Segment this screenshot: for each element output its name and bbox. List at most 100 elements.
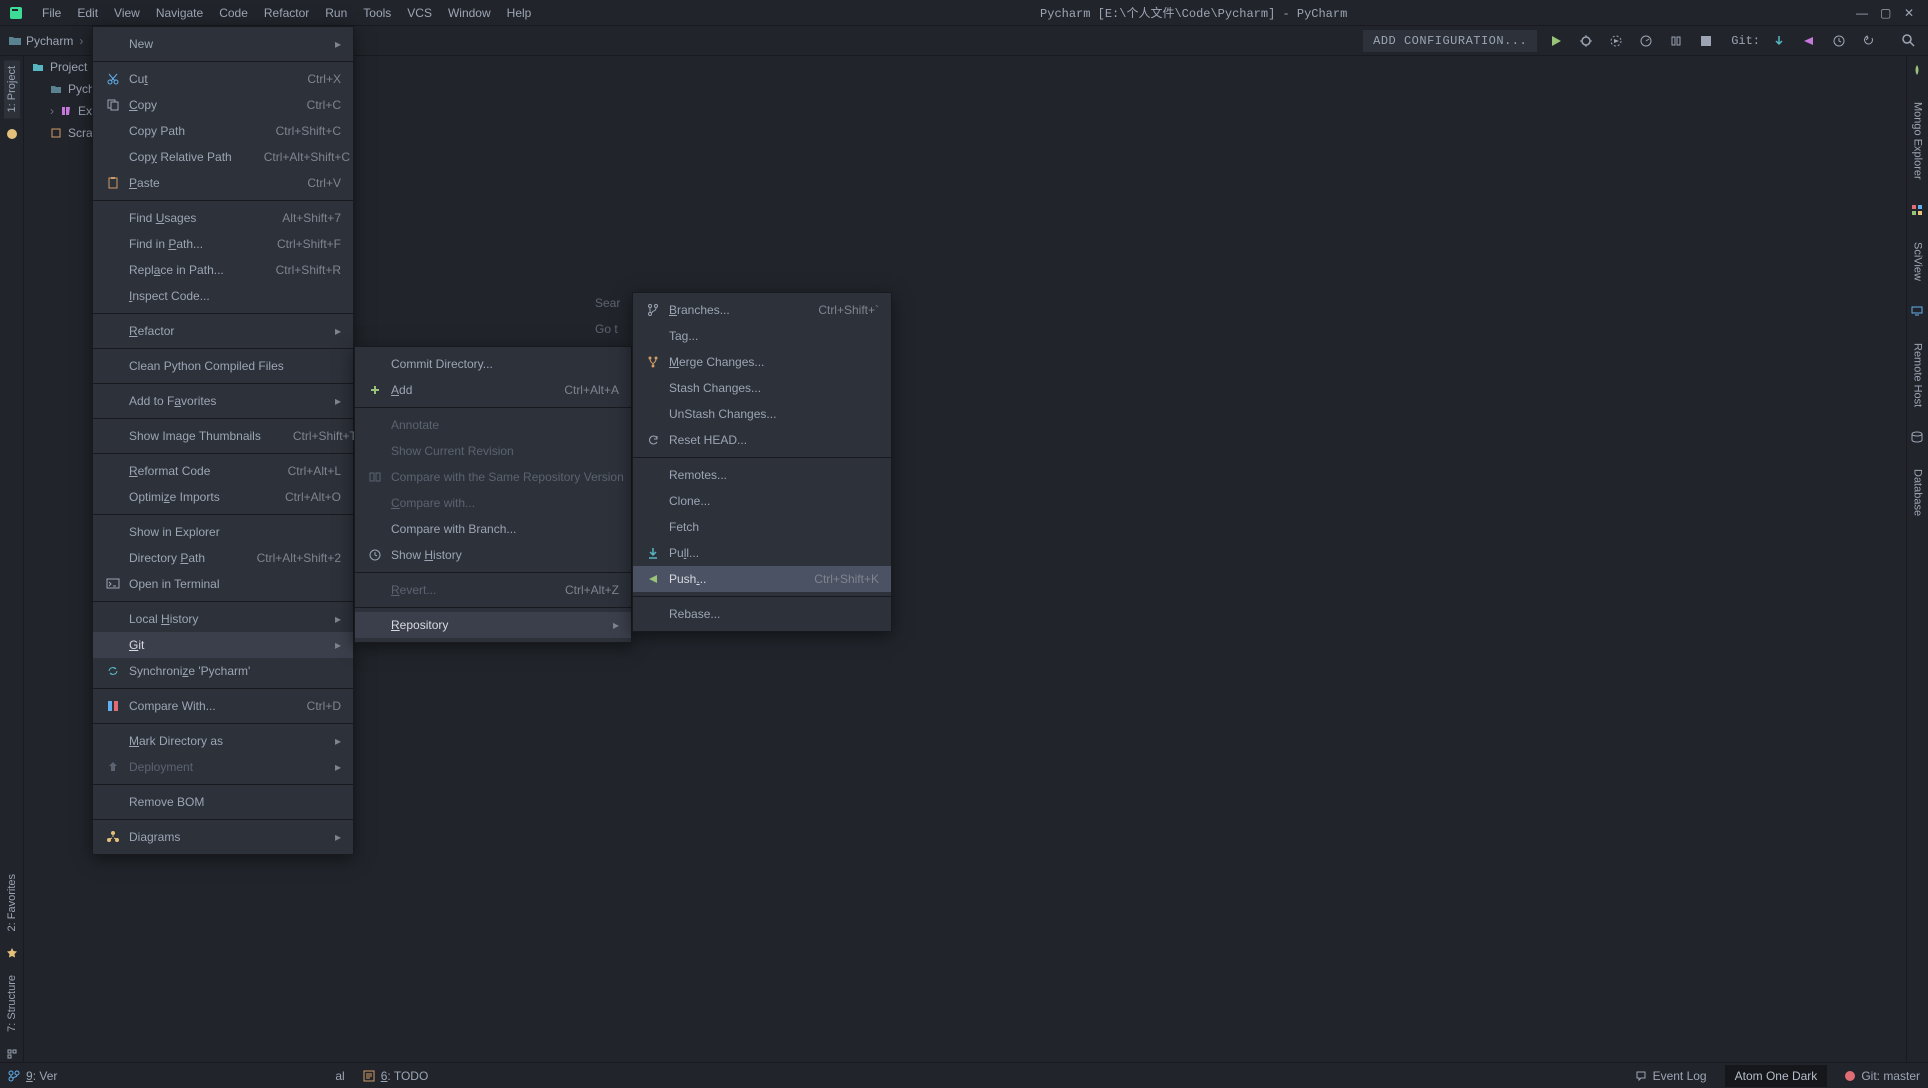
- repo-submenu-item-9[interactable]: Fetch: [633, 514, 891, 540]
- context-menu-item-9[interactable]: Find in Path...Ctrl+Shift+F: [93, 231, 353, 257]
- sciview-icon: [1911, 204, 1925, 218]
- repository-submenu[interactable]: Branches...Ctrl+Shift+`Tag...Merge Chang…: [632, 292, 892, 632]
- sciview-tab[interactable]: SciView: [1910, 238, 1926, 285]
- mongo-explorer-tab[interactable]: Mongo Explorer: [1910, 98, 1926, 184]
- context-menu-item-0[interactable]: New▸: [93, 31, 353, 57]
- repo-submenu-item-7[interactable]: Remotes...: [633, 462, 891, 488]
- window-close-button[interactable]: ✕: [1896, 4, 1920, 22]
- context-menu-item-32[interactable]: Compare With...Ctrl+D: [93, 693, 353, 719]
- menu-item-label: Paste: [129, 176, 275, 190]
- status-version-control[interactable]: 9: 9: VerVer: [8, 1069, 57, 1083]
- context-menu-item-3[interactable]: CopyCtrl+C: [93, 92, 353, 118]
- window-maximize-button[interactable]: ▢: [1872, 4, 1896, 22]
- context-menu-item-25[interactable]: Directory PathCtrl+Alt+Shift+2: [93, 545, 353, 571]
- context-menu-item-17[interactable]: Add to Favorites▸: [93, 388, 353, 414]
- menu-tools[interactable]: Tools: [355, 2, 399, 24]
- remote-host-tab[interactable]: Remote Host: [1910, 339, 1926, 411]
- menu-view[interactable]: View: [106, 2, 148, 24]
- status-terminal[interactable]: al: [335, 1069, 344, 1083]
- commit-icon[interactable]: [1798, 30, 1820, 52]
- menu-refactor[interactable]: Refactor: [256, 2, 317, 24]
- repo-submenu-item-8[interactable]: Clone...: [633, 488, 891, 514]
- status-git-branch[interactable]: Git: master: [1845, 1069, 1920, 1083]
- context-menu-item-11[interactable]: Inspect Code...: [93, 283, 353, 309]
- repo-submenu-item-0[interactable]: Branches...Ctrl+Shift+`: [633, 297, 891, 323]
- git-submenu-item-12[interactable]: Repository▸: [355, 612, 631, 638]
- profiler-icon[interactable]: [1635, 30, 1657, 52]
- context-menu-item-37[interactable]: Remove BOM: [93, 789, 353, 815]
- run-icon[interactable]: [1545, 30, 1567, 52]
- menu-item-shortcut: Ctrl+Shift+F: [277, 237, 341, 251]
- repo-submenu-item-4[interactable]: UnStash Changes...: [633, 401, 891, 427]
- status-theme[interactable]: Atom One Dark: [1725, 1065, 1828, 1087]
- context-menu-item-19[interactable]: Show Image ThumbnailsCtrl+Shift+T: [93, 423, 353, 449]
- repo-submenu-item-2[interactable]: Merge Changes...: [633, 349, 891, 375]
- context-menu[interactable]: New▸ CutCtrl+XCopyCtrl+CCopy PathCtrl+Shi…: [92, 26, 354, 855]
- context-menu-item-13[interactable]: Refactor▸: [93, 318, 353, 344]
- git-submenu-item-8[interactable]: Show History: [355, 542, 631, 568]
- context-menu-item-21[interactable]: Reformat CodeCtrl+Alt+L: [93, 458, 353, 484]
- favorites-tool-tab[interactable]: 2: Favorites: [4, 868, 20, 937]
- repo-submenu-item-13[interactable]: Rebase...: [633, 601, 891, 627]
- chevron-right-icon: ›: [77, 34, 85, 48]
- context-menu-item-6[interactable]: PasteCtrl+V: [93, 170, 353, 196]
- menu-item-shortcut: Ctrl+Shift+`: [818, 303, 879, 317]
- context-menu-item-4[interactable]: Copy PathCtrl+Shift+C: [93, 118, 353, 144]
- context-menu-item-24[interactable]: Show in Explorer: [93, 519, 353, 545]
- context-menu-item-34[interactable]: Mark Directory as▸: [93, 728, 353, 754]
- context-menu-item-5[interactable]: Copy Relative PathCtrl+Alt+Shift+C: [93, 144, 353, 170]
- left-tool-gutter: 1: Project 2: Favorites 7: Structure: [0, 56, 24, 1062]
- git-submenu-item-10: Revert...Ctrl+Alt+Z: [355, 577, 631, 603]
- context-menu-item-8[interactable]: Find UsagesAlt+Shift+7: [93, 205, 353, 231]
- menu-window[interactable]: Window: [440, 2, 499, 24]
- context-menu-item-22[interactable]: Optimize ImportsCtrl+Alt+O: [93, 484, 353, 510]
- context-menu-item-28[interactable]: Local History▸: [93, 606, 353, 632]
- search-everywhere-icon[interactable]: [1898, 30, 1920, 52]
- git-label: Git:: [1731, 34, 1760, 48]
- git-submenu-item-0[interactable]: Commit Directory...: [355, 351, 631, 377]
- repo-submenu-item-5[interactable]: Reset HEAD...: [633, 427, 891, 453]
- git-submenu[interactable]: Commit Directory...AddCtrl+Alt+AAnnotate…: [354, 346, 632, 643]
- menu-vcs[interactable]: VCS: [399, 2, 440, 24]
- context-menu-item-30[interactable]: Synchronize 'Pycharm': [93, 658, 353, 684]
- repo-submenu-item-11[interactable]: Push...Ctrl+Shift+K: [633, 566, 891, 592]
- window-minimize-button[interactable]: —: [1848, 4, 1872, 22]
- repo-submenu-item-1[interactable]: Tag...: [633, 323, 891, 349]
- stop-icon[interactable]: [1695, 30, 1717, 52]
- menu-navigate[interactable]: Navigate: [148, 2, 211, 24]
- context-menu-item-2[interactable]: CutCtrl+X: [93, 66, 353, 92]
- repo-submenu-item-3[interactable]: Stash Changes...: [633, 375, 891, 401]
- context-menu-item-15[interactable]: Clean Python Compiled Files: [93, 353, 353, 379]
- status-todo[interactable]: 6: TODO: [363, 1069, 429, 1083]
- context-menu-item-29[interactable]: Git▸: [93, 632, 353, 658]
- update-project-icon[interactable]: [1768, 30, 1790, 52]
- concurrency-icon[interactable]: [1665, 30, 1687, 52]
- context-menu-item-39[interactable]: Diagrams▸: [93, 824, 353, 850]
- menu-run[interactable]: Run: [317, 2, 355, 24]
- gutter-warning-icon[interactable]: [4, 126, 20, 142]
- menu-file[interactable]: File: [34, 2, 69, 24]
- run-with-coverage-icon[interactable]: [1605, 30, 1627, 52]
- git-submenu-item-1[interactable]: AddCtrl+Alt+A: [355, 377, 631, 403]
- add-configuration-button[interactable]: ADD CONFIGURATION...: [1363, 30, 1537, 52]
- context-menu-item-26[interactable]: Open in Terminal: [93, 571, 353, 597]
- statusbar: 9: 9: VerVer al 6: TODO Event Log Atom O…: [0, 1062, 1928, 1088]
- database-tab[interactable]: Database: [1910, 465, 1926, 520]
- menu-help[interactable]: Help: [499, 2, 540, 24]
- library-icon: [60, 105, 72, 117]
- rollback-icon[interactable]: [1858, 30, 1880, 52]
- menu-edit[interactable]: Edit: [69, 2, 106, 24]
- context-menu-item-35: Deployment▸: [93, 754, 353, 780]
- breadcrumb[interactable]: Pycharm ›: [8, 34, 85, 48]
- show-history-icon[interactable]: [1828, 30, 1850, 52]
- structure-tool-tab[interactable]: 7: Structure: [4, 969, 20, 1038]
- menu-item-shortcut: Ctrl+Alt+Shift+C: [264, 150, 350, 164]
- debug-icon[interactable]: [1575, 30, 1597, 52]
- context-menu-item-10[interactable]: Replace in Path...Ctrl+Shift+R: [93, 257, 353, 283]
- git-submenu-item-7[interactable]: Compare with Branch...: [355, 516, 631, 542]
- project-tool-tab[interactable]: 1: Project: [4, 60, 20, 118]
- menu-item-shortcut: Ctrl+X: [307, 72, 341, 86]
- status-event-log[interactable]: Event Log: [1635, 1069, 1707, 1083]
- repo-submenu-item-10[interactable]: Pull...: [633, 540, 891, 566]
- menu-code[interactable]: Code: [211, 2, 256, 24]
